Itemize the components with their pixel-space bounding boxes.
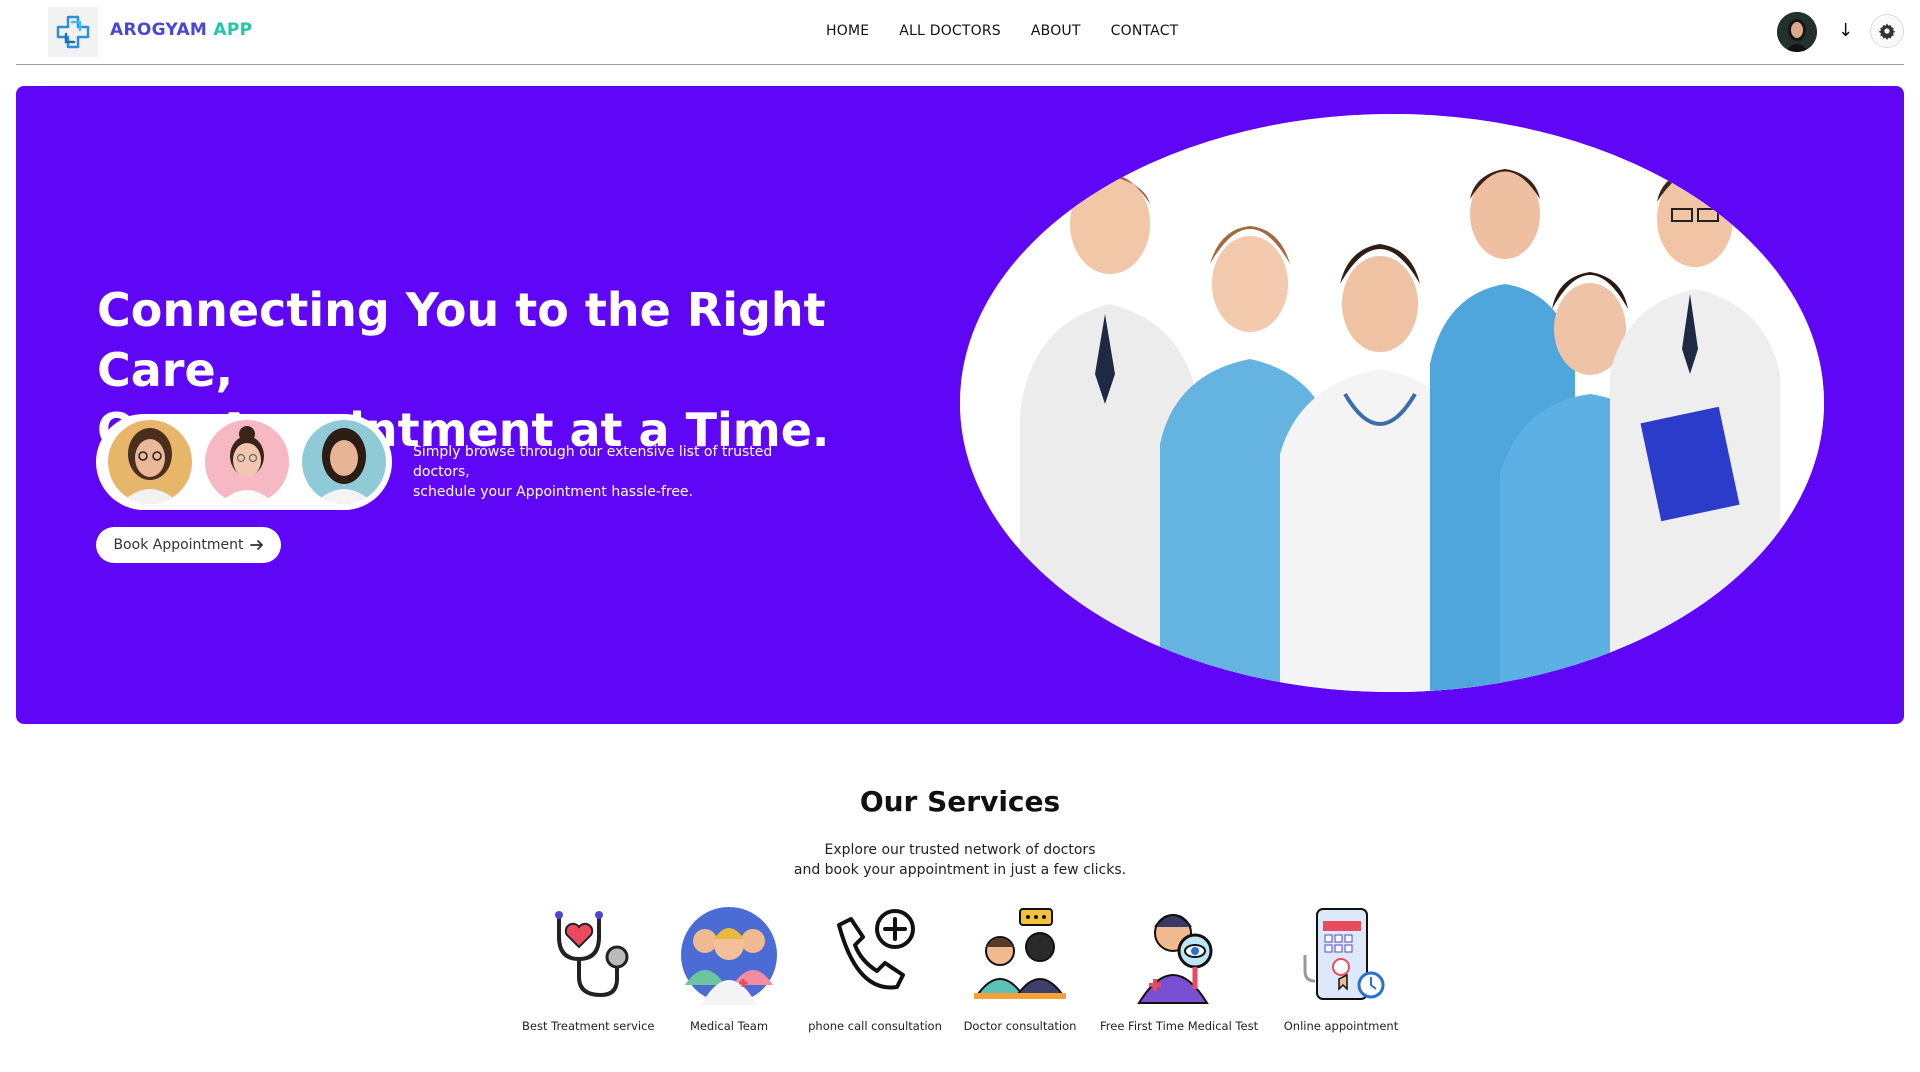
hero-subtitle-line-1: Simply browse through our extensive list… bbox=[413, 444, 773, 480]
arrow-right-icon bbox=[249, 540, 263, 550]
service-label: Medical Team bbox=[689, 1019, 769, 1033]
service-label: Free First Time Medical Test bbox=[1100, 1019, 1259, 1033]
doctor-avatar-3 bbox=[302, 420, 386, 504]
nav-link-about[interactable]: ABOUT bbox=[1031, 23, 1081, 39]
medical-test-icon bbox=[1129, 905, 1229, 1005]
online-appointment-icon bbox=[1291, 905, 1391, 1005]
top-navbar: AROGYAM APP HOME ALL DOCTORS ABOUT CONTA… bbox=[16, 0, 1904, 65]
nav-link-all-doctors[interactable]: ALL DOCTORS bbox=[899, 23, 1001, 39]
brand-name[interactable]: AROGYAM APP bbox=[110, 20, 252, 40]
services-subtitle-line-1: Explore our trusted network of doctors bbox=[824, 842, 1096, 858]
doctor-avatar-2 bbox=[205, 420, 289, 504]
hero-banner: Connecting You to the Right Care, One Ap… bbox=[16, 86, 1904, 724]
nav-link-contact[interactable]: CONTACT bbox=[1111, 23, 1179, 39]
service-label: Online appointment bbox=[1283, 1019, 1399, 1033]
service-label: Best Treatment service bbox=[522, 1019, 655, 1033]
main-menu: HOME ALL DOCTORS ABOUT CONTACT bbox=[826, 23, 1208, 39]
gear-icon[interactable] bbox=[1870, 14, 1904, 48]
profile-avatar[interactable] bbox=[1777, 12, 1817, 52]
book-appointment-button[interactable]: Book Appointment bbox=[96, 527, 281, 563]
doctor-avatar-1 bbox=[108, 420, 192, 504]
book-appointment-label: Book Appointment bbox=[113, 537, 244, 553]
service-label: phone call consultation bbox=[808, 1019, 942, 1033]
hero-title-line-1: Connecting You to the Right Care, bbox=[97, 283, 826, 397]
services-subtitle-line-2: and book your appointment in just a few … bbox=[793, 862, 1127, 878]
medical-team-icon bbox=[679, 905, 779, 1005]
service-item-free-medical-test[interactable]: Free First Time Medical Test bbox=[1100, 905, 1258, 1033]
medical-cross-logo-icon[interactable] bbox=[48, 7, 98, 57]
services-subtitle: Explore our trusted network of doctors a… bbox=[0, 840, 1920, 880]
service-item-best-treatment[interactable]: Best Treatment service bbox=[522, 905, 655, 1033]
phone-plus-icon bbox=[825, 905, 925, 1005]
stethoscope-heart-icon bbox=[537, 905, 637, 1005]
services-title: Our Services bbox=[859, 785, 1061, 818]
hero-subtitle: Simply browse through our extensive list… bbox=[413, 442, 833, 502]
nav-link-home[interactable]: HOME bbox=[826, 23, 869, 39]
service-item-phone-consultation[interactable]: phone call consultation bbox=[805, 905, 945, 1033]
brand-name-part1: AROGYAM bbox=[110, 20, 208, 40]
doctor-avatar-group bbox=[96, 414, 392, 510]
doctor-consultation-icon bbox=[970, 905, 1070, 1005]
hero-subtitle-line-2: schedule your Appointment hassle-free. bbox=[413, 484, 693, 500]
service-label: Doctor consultation bbox=[963, 1019, 1077, 1033]
service-item-doctor-consultation[interactable]: Doctor consultation bbox=[962, 905, 1078, 1033]
profile-dropdown-arrow-icon[interactable]: ↓ bbox=[1838, 20, 1853, 41]
service-item-online-appointment[interactable]: Online appointment bbox=[1283, 905, 1399, 1033]
brand-name-part2: APP bbox=[213, 20, 253, 40]
service-item-medical-team[interactable]: Medical Team bbox=[679, 905, 779, 1033]
doctors-team-image bbox=[960, 114, 1824, 692]
